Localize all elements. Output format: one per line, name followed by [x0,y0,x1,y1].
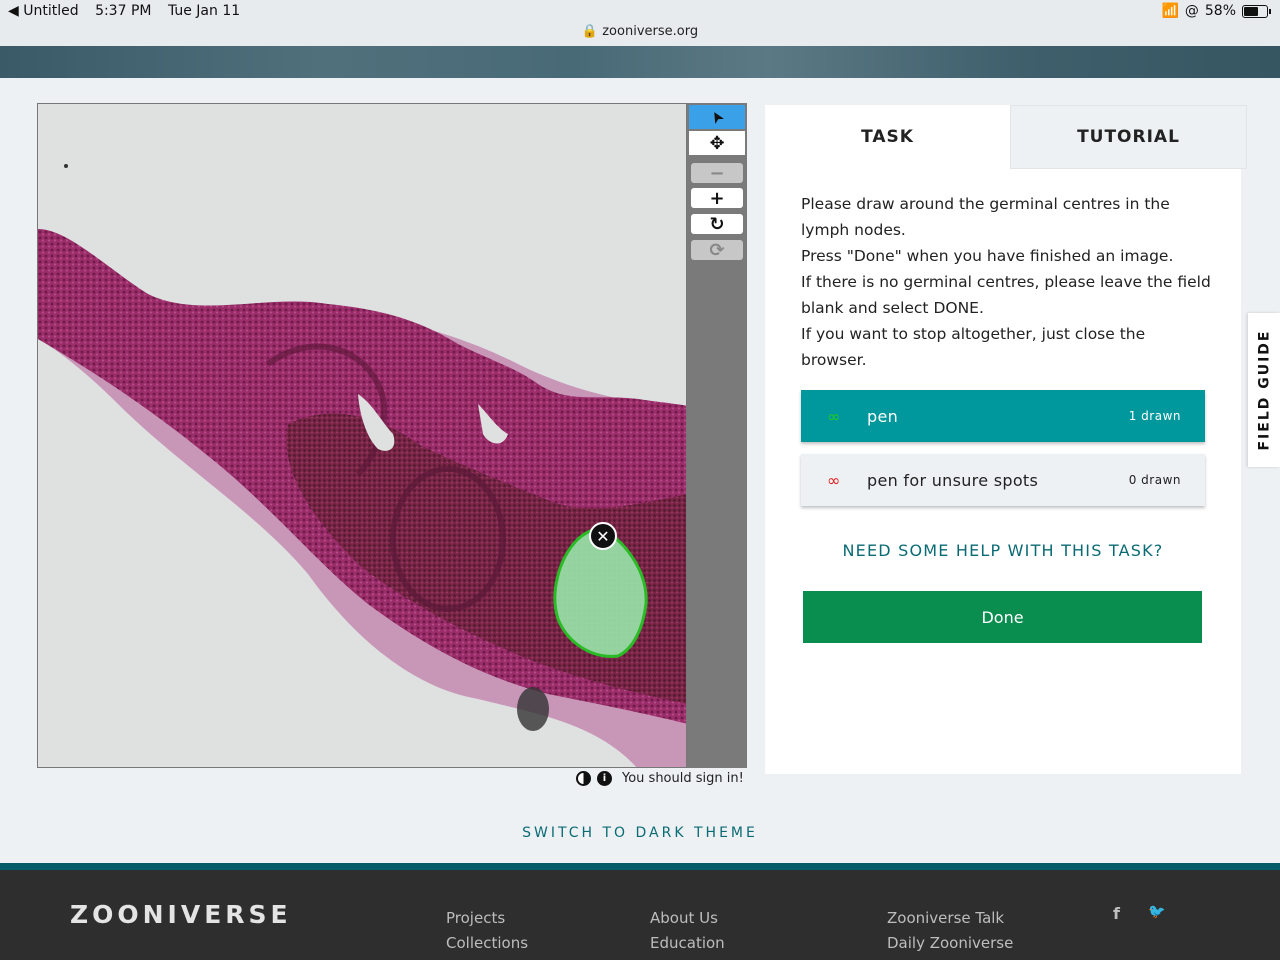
zooniverse-logo[interactable]: ZOONIVERSE [70,900,292,929]
footer-link[interactable]: Daily Zooniverse [887,931,1013,956]
switch-dark-theme-button[interactable]: SWITCH TO DARK THEME [0,825,1280,841]
tool-label: pen [867,406,899,426]
footer-link[interactable]: Collections [446,931,528,956]
back-to-app-link[interactable]: ◀ Untitled [8,3,79,19]
contrast-icon[interactable] [576,771,591,786]
tool-count: 1 drawn [1128,409,1181,423]
info-icon[interactable]: i [597,771,612,786]
tab-tutorial[interactable]: TUTORIAL [1010,105,1247,169]
project-header-banner [0,46,1280,78]
plus-icon: + [709,187,725,209]
battery-percent: 58% [1204,3,1236,19]
unsure-pen-tool-button[interactable]: ∞ pen for unsure spots 0 drawn [801,454,1205,506]
rotate-button[interactable]: ↻ [691,213,743,235]
footer-column: Projects Collections [446,906,528,956]
rotate-icon: ↻ [709,213,725,235]
task-help-link[interactable]: NEED SOME HELP WITH THIS TASK? [765,541,1241,560]
footer-link[interactable]: About Us [650,906,725,931]
footer-link[interactable]: Zooniverse Talk [887,906,1013,931]
status-bar: ◀ Untitled 5:37 PM Tue Jan 11 🔒 zooniver… [0,0,1280,46]
zoom-in-button[interactable]: + [691,187,743,209]
histology-slide-image[interactable] [38,104,687,768]
instruction-line: If there is no germinal centres, please … [801,273,1211,317]
close-icon: ✕ [596,526,610,546]
task-instructions: Please draw around the germinal centres … [801,191,1211,373]
twitter-icon[interactable]: 🐦 [1148,904,1165,920]
reset-icon: ⟳ [709,239,725,261]
annotate-tool-button[interactable]: ➤ [689,105,745,129]
footer-link[interactable]: Projects [446,906,528,931]
footer-column: Zooniverse Talk Daily Zooniverse [887,906,1013,956]
sign-in-message: You should sign in! [622,771,744,786]
freehand-pen-icon: ∞ [827,470,841,490]
minus-icon: − [709,162,725,184]
battery-icon [1242,4,1271,18]
instruction-line: If you want to stop altogether, just clo… [801,325,1146,369]
footer-divider [0,863,1280,870]
facebook-icon[interactable]: f [1113,904,1120,923]
task-panel: TASK TUTORIAL Please draw around the ger… [765,105,1247,774]
tool-label: pen for unsure spots [867,470,1039,490]
freehand-pen-icon: ∞ [827,406,841,426]
pen-tool-button[interactable]: ∞ pen 1 drawn [801,390,1205,442]
instruction-line: Please draw around the germinal centres … [801,195,1170,239]
wifi-icon: 📶 [1161,3,1179,19]
instruction-line: Press "Done" when you have finished an i… [801,247,1174,265]
subject-image-viewer[interactable]: ✕ [37,103,687,768]
status-time: 5:37 PM [95,3,152,19]
image-toolbar: ➤ ✥ − + ↻ ⟳ [687,103,747,768]
footer-column: About Us Education [650,906,725,956]
delete-annotation-button[interactable]: ✕ [589,522,617,550]
status-date: Tue Jan 11 [167,3,241,19]
field-guide-label: FIELD GUIDE [1256,329,1273,451]
zoom-out-button[interactable]: − [691,162,743,184]
footer-link[interactable]: Education [650,931,725,956]
url-text: zooniverse.org [602,24,699,39]
field-guide-tab[interactable]: FIELD GUIDE [1248,313,1280,467]
orientation-lock-icon: @ [1184,3,1199,19]
move-arrows-icon: ✥ [709,132,725,154]
address-bar[interactable]: 🔒 zooniverse.org [0,24,1280,39]
pan-tool-button[interactable]: ✥ [689,131,745,155]
reset-button[interactable]: ⟳ [691,239,743,261]
tab-task[interactable]: TASK [765,105,1010,169]
done-button[interactable]: Done [803,591,1202,643]
site-footer: ZOONIVERSE Projects Collections About Us… [0,870,1280,960]
tool-count: 0 drawn [1128,473,1181,487]
cursor-arrow-icon: ➤ [705,106,729,128]
viewer-meta: i You should sign in! [576,771,744,786]
